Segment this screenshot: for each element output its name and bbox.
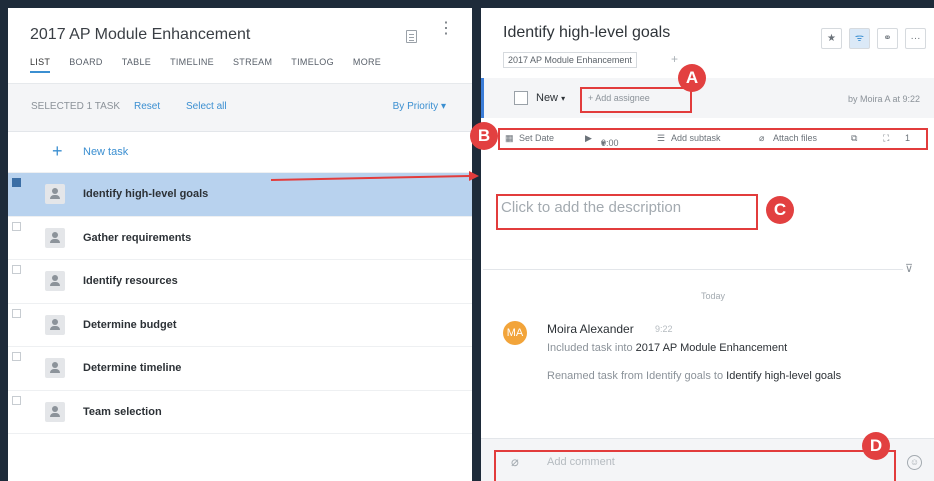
task-name: Team selection — [83, 405, 162, 418]
task-name: Identify high-level goals — [83, 188, 209, 200]
activity-project-link[interactable]: 2017 AP Module Enhancement — [636, 342, 787, 354]
task-name: Identify resources — [83, 275, 178, 287]
selection-bar: SELECTED 1 TASK Reset Select all By Prio… — [8, 84, 472, 132]
sort-dropdown[interactable]: By Priority ▾ — [393, 101, 446, 112]
project-tag[interactable]: 2017 AP Module Enhancement — [503, 52, 637, 68]
annotation-marker-c: C — [766, 196, 794, 224]
annotation-box-a — [580, 87, 692, 113]
plus-icon: + — [52, 141, 63, 161]
annotation-marker-b: B — [470, 122, 498, 150]
task-row[interactable]: Determine budget — [8, 303, 472, 347]
task-header: Identify high-level goals 2017 AP Module… — [481, 8, 934, 78]
filter-icon[interactable]: ⊽ — [905, 262, 913, 275]
activity-line-1: Included task into 2017 AP Module Enhanc… — [547, 342, 787, 354]
list-header: 2017 AP Module Enhancement ⋮ LIST BOARD … — [8, 8, 472, 84]
task-checkbox[interactable] — [12, 308, 21, 318]
tab-more[interactable]: MORE — [353, 57, 381, 73]
activity-time: 9:22 — [655, 324, 673, 334]
annotation-box-d — [494, 450, 896, 481]
status-bar: New ▾ + Add assignee by Moira A at 9:22 — [481, 78, 934, 118]
document-icon[interactable] — [406, 30, 417, 43]
task-row[interactable]: Determine timeline — [8, 347, 472, 391]
task-checkbox[interactable] — [12, 265, 21, 274]
more-icon[interactable]: ··· — [905, 28, 926, 49]
activity-task-link[interactable]: Identify high-level goals — [726, 370, 841, 382]
rss-icon[interactable]: ᯤ — [849, 28, 870, 49]
reset-link[interactable]: Reset — [134, 101, 160, 112]
new-task-button[interactable]: + New task — [8, 132, 472, 173]
annotation-arrow — [271, 171, 479, 181]
assignee-avatar-icon[interactable] — [45, 314, 65, 335]
task-checkbox[interactable] — [12, 178, 21, 187]
tab-list[interactable]: LIST — [30, 57, 51, 73]
new-task-label: New task — [83, 146, 129, 158]
assignee-avatar-icon[interactable] — [45, 401, 65, 422]
add-tag-button[interactable]: + — [671, 52, 678, 66]
chevron-down-icon: ▾ — [561, 94, 566, 103]
activity-line-1-text: Included task into — [547, 342, 636, 354]
task-list-pane: 2017 AP Module Enhancement ⋮ LIST BOARD … — [8, 8, 472, 481]
assignee-avatar-icon[interactable] — [45, 227, 65, 248]
chevron-down-icon: ▾ — [440, 101, 446, 112]
task-checkbox[interactable] — [12, 221, 21, 231]
tab-timelog[interactable]: TIMELOG — [291, 57, 334, 73]
task-name: Gather requirements — [83, 231, 192, 244]
sort-label: By Priority — [392, 101, 439, 112]
avatar[interactable]: MA — [503, 321, 527, 345]
status-label: New — [536, 92, 559, 104]
task-row[interactable]: Gather requirements — [8, 216, 472, 260]
tab-stream[interactable]: STREAM — [233, 57, 272, 73]
activity-date: Today — [701, 291, 726, 301]
assignee-avatar-icon[interactable] — [45, 358, 65, 378]
activity-line-2: Renamed task from Identify goals to Iden… — [547, 370, 841, 382]
divider-line — [483, 269, 903, 270]
task-detail-pane: Identify high-level goals 2017 AP Module… — [481, 8, 934, 481]
annotation-marker-d: D — [862, 432, 890, 460]
status-checkbox[interactable] — [514, 91, 528, 105]
task-row[interactable]: Identify resources — [8, 260, 472, 304]
task-row[interactable]: Team selection — [8, 390, 472, 434]
selection-count: SELECTED 1 TASK — [31, 101, 121, 112]
view-tabs: LIST BOARD TABLE TIMELINE STREAM TIMELOG… — [30, 57, 400, 73]
tab-timeline[interactable]: TIMELINE — [170, 57, 214, 73]
status-dropdown[interactable]: New ▾ — [536, 92, 565, 104]
task-name: Determine budget — [83, 318, 177, 331]
created-by: by Moira A at 9:22 — [847, 94, 920, 104]
task-name: Determine timeline — [83, 362, 182, 374]
link-icon[interactable]: ⚭ — [877, 28, 898, 49]
more-options-icon[interactable]: ⋮ — [438, 21, 454, 46]
select-all-link[interactable]: Select all — [186, 101, 227, 112]
tab-table[interactable]: TABLE — [122, 57, 151, 73]
assignee-avatar-icon[interactable] — [45, 271, 65, 291]
project-title: 2017 AP Module Enhancement — [30, 26, 251, 43]
task-checkbox[interactable] — [12, 352, 21, 361]
annotation-box-c — [496, 194, 758, 230]
task-title[interactable]: Identify high-level goals — [503, 24, 670, 42]
annotation-box-b — [498, 128, 928, 150]
annotation-marker-a: A — [678, 64, 706, 92]
activity-line-2-text: Renamed task from Identify goals to — [547, 370, 727, 382]
task-checkbox[interactable] — [12, 395, 21, 405]
star-icon[interactable]: ★ — [821, 28, 842, 49]
activity-author[interactable]: Moira Alexander — [547, 322, 634, 336]
tab-board[interactable]: BOARD — [69, 57, 103, 73]
emoji-icon[interactable]: ☺ — [907, 455, 922, 470]
assignee-avatar-icon[interactable] — [45, 184, 65, 204]
pane-divider[interactable] — [472, 8, 481, 481]
